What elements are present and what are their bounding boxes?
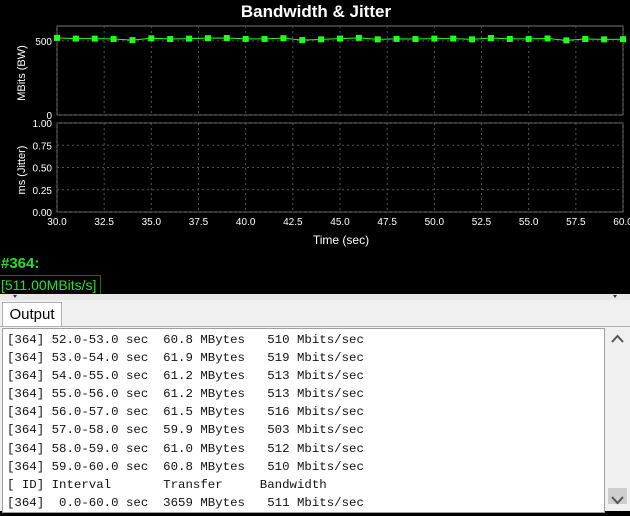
x-tick-label: 47.5 — [377, 217, 397, 228]
bandwidth-point — [186, 35, 193, 42]
tab-output[interactable]: Output — [2, 302, 62, 327]
bandwidth-point — [469, 36, 476, 43]
bandwidth-point — [506, 35, 513, 42]
bandwidth-point — [54, 34, 60, 41]
bandwidth-point — [374, 36, 381, 43]
bandwidth-point — [355, 34, 362, 41]
y-tick-label: 500 — [35, 37, 52, 48]
scroll-down-button[interactable] — [605, 489, 630, 511]
x-tick-label: 37.5 — [189, 217, 209, 228]
output-line: [364] 52.0-53.0 sec 60.8 MBytes 510 Mbit… — [7, 333, 364, 347]
bandwidth-point — [72, 35, 79, 42]
bandwidth-point — [582, 36, 589, 43]
bandwidth-point — [261, 35, 268, 42]
bandwidth-point — [544, 35, 551, 42]
bandwidth-plot: 0500 — [35, 25, 626, 122]
bandwidth-point — [620, 36, 626, 43]
bandwidth-point — [563, 37, 570, 44]
stream-rate: [511.00MBits/s] — [0, 275, 102, 295]
bandwidth-point — [412, 36, 419, 43]
x-tick-label: 30.0 — [47, 217, 67, 228]
bandwidth-point — [525, 35, 532, 42]
output-line: [364] 59.0-60.0 sec 60.8 MBytes 510 Mbit… — [7, 459, 364, 474]
stream-id: #364: — [1, 255, 40, 272]
vertical-scrollbar[interactable] — [605, 328, 630, 511]
output-panel: Output [364] 52.0-53.0 sec 60.8 MBytes 5… — [0, 300, 630, 513]
chevron-up-icon — [611, 334, 624, 343]
output-lines: [364] 52.0-53.0 sec 60.8 MBytes 510 Mbit… — [3, 331, 364, 512]
output-line: [364] 55.0-56.0 sec 61.2 MBytes 513 Mbit… — [7, 387, 364, 402]
x-tick-label: 60.0 — [613, 217, 630, 228]
graph-area: Bandwidth & Jitter MBits (BW) ms (Jitter… — [0, 0, 630, 296]
y-tick-label: 0.50 — [33, 164, 53, 175]
bandwidth-point — [299, 37, 306, 44]
output-line: [364] 53.0-54.0 sec 61.9 MBytes 519 Mbit… — [7, 351, 364, 366]
bandwidth-point — [393, 35, 400, 42]
y-tick-label: 0.75 — [33, 141, 53, 152]
bandwidth-point — [110, 36, 117, 43]
output-line: [364] 58.0-59.0 sec 61.0 MBytes 512 Mbit… — [7, 441, 364, 456]
bandwidth-point — [487, 35, 494, 42]
bandwidth-point — [129, 37, 136, 44]
x-tick-label: 40.0 — [236, 217, 256, 228]
bandwidth-point — [223, 35, 230, 42]
output-line: [ ID] Interval Transfer Bandwidth — [7, 477, 327, 492]
chart-title: Bandwidth & Jitter — [241, 2, 392, 21]
bandwidth-point — [431, 35, 438, 42]
x-tick-label: 32.5 — [94, 217, 114, 228]
x-tick-label: 35.0 — [142, 217, 162, 228]
bandwidth-point — [601, 36, 608, 43]
x-tick-label: 55.0 — [519, 217, 539, 228]
bandwidth-jitter-chart: Bandwidth & Jitter MBits (BW) ms (Jitter… — [16, 2, 630, 247]
output-line: [364] 54.0-55.0 sec 61.2 MBytes 513 Mbit… — [7, 369, 364, 384]
bandwidth-point — [450, 35, 457, 42]
output-line: [364] 56.0-57.0 sec 61.5 MBytes 516 Mbit… — [7, 405, 364, 420]
output-text-area[interactable]: [364] 52.0-53.0 sec 60.8 MBytes 510 Mbit… — [2, 328, 605, 513]
tab-strip-divider — [0, 326, 630, 327]
bandwidth-point — [337, 35, 343, 42]
output-line: [364] 0.0-60.0 sec 3659 MBytes 511 Mbits… — [7, 495, 364, 510]
y-tick-label: 0.25 — [33, 186, 53, 197]
jitter-plot: 0.000.250.500.751.0030.0 32.5 35.0 37.5 40.0… — [33, 119, 630, 228]
time-axis-label: Time (sec) — [313, 233, 369, 247]
bandwidth-axis-label: MBits (BW) — [16, 45, 28, 101]
x-tick-label: 57.5 — [566, 217, 586, 228]
x-tick-label: 52.5 — [472, 217, 492, 228]
scroll-up-button[interactable] — [605, 328, 630, 350]
bandwidth-point — [167, 36, 174, 43]
bandwidth-point — [242, 35, 249, 42]
bandwidth-point — [280, 35, 287, 42]
y-tick-label: 1.00 — [33, 119, 53, 130]
bandwidth-point — [148, 35, 155, 42]
bandwidth-point — [204, 35, 211, 42]
chevron-down-icon — [611, 496, 624, 505]
output-line: [364] 57.0-58.0 sec 59.9 MBytes 503 Mbit… — [7, 423, 364, 438]
bandwidth-point — [318, 36, 325, 43]
x-tick-label: 42.5 — [283, 217, 303, 228]
jitter-axis-label: ms (Jitter) — [16, 146, 28, 195]
bandwidth-point — [91, 35, 98, 42]
x-tick-label: 45.0 — [330, 217, 350, 228]
x-tick-label: 50.0 — [425, 217, 445, 228]
